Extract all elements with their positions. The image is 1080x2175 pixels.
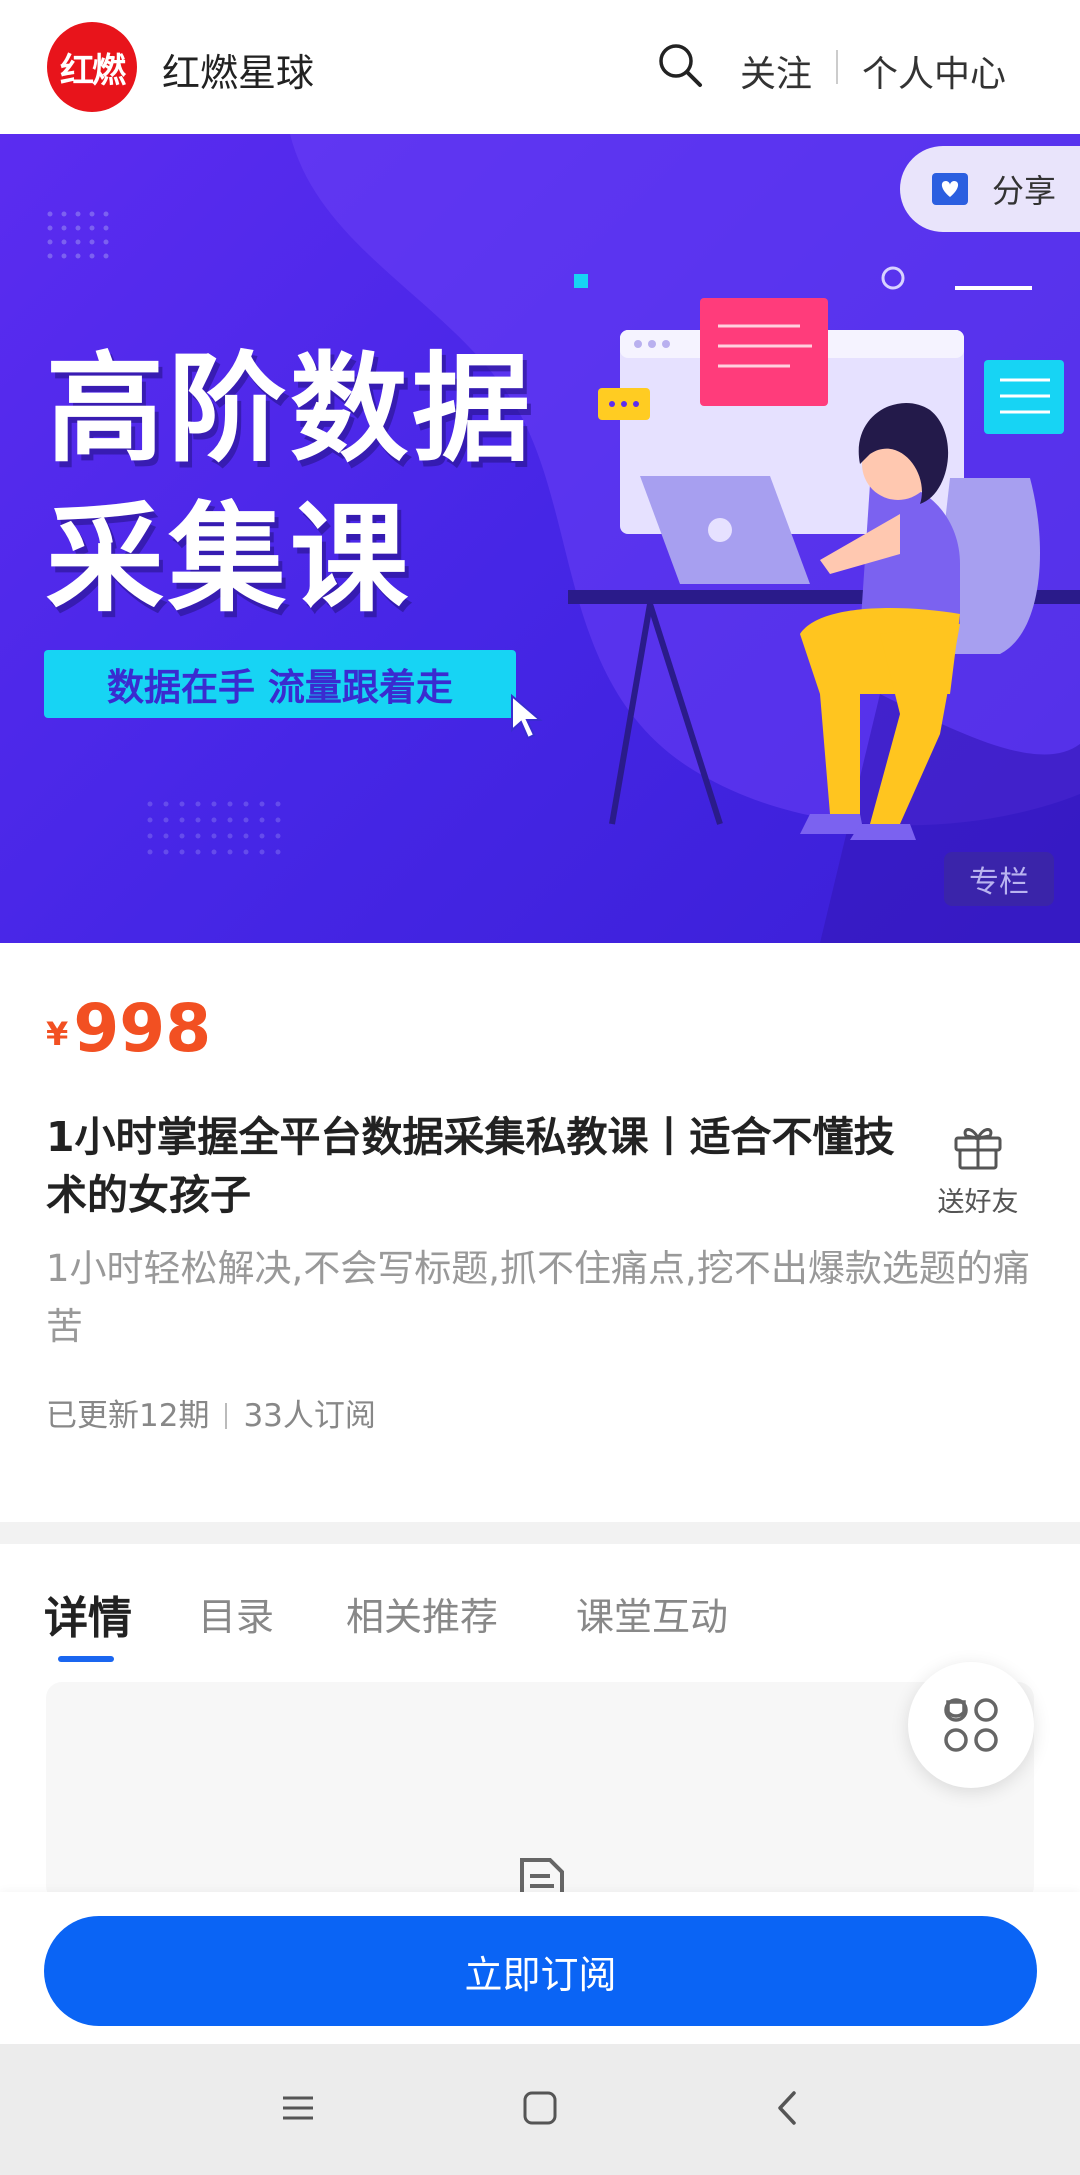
banner-title: 高阶数据 采集课 xyxy=(46,334,566,634)
personal-center-link[interactable]: 个人中心 xyxy=(862,45,1006,97)
system-nav-bar xyxy=(0,2044,1080,2175)
brand-name[interactable]: 红燃星球 xyxy=(162,42,314,97)
tab-catalog[interactable]: 目录 xyxy=(198,1586,274,1641)
search-icon[interactable] xyxy=(655,40,705,90)
course-title: 1小时掌握全平台数据采集私教课丨适合不懂技术的女孩子 xyxy=(46,1113,895,1219)
follow-link[interactable]: 关注 xyxy=(740,45,812,97)
tab-interaction[interactable]: 课堂互动 xyxy=(576,1586,728,1641)
section-divider xyxy=(0,1522,1080,1544)
course-banner: 高阶数据 采集课 数据在手 流量跟着走 分享 专栏 xyxy=(0,134,1080,943)
subscribe-button[interactable]: 立即订阅 xyxy=(44,1916,1037,2026)
tab-details[interactable]: 详情 xyxy=(44,1582,132,1646)
subscriber-count: 33人订阅 xyxy=(243,1398,376,1434)
page: 红燃 红燃星球 关注 个人中心 高阶数据 采集课 数据在手 流量跟着走 分享 专… xyxy=(0,0,1080,2175)
price-symbol: ¥ xyxy=(46,1015,69,1053)
share-button[interactable]: 分享 xyxy=(900,146,1080,232)
top-header: 红燃 红燃星球 关注 个人中心 xyxy=(0,0,1080,134)
cursor-icon xyxy=(511,694,543,740)
brand-logo[interactable]: 红燃 xyxy=(47,22,137,112)
share-heart-icon xyxy=(932,173,968,205)
header-divider xyxy=(836,50,838,84)
gift-label: 送好友 xyxy=(937,1187,1019,1218)
course-description: 1小时轻松解决,不会写标题,抓不住痛点,挖不出爆款选题的痛苦 xyxy=(46,1247,1030,1348)
banner-slogan: 数据在手 流量跟着走 xyxy=(44,650,516,718)
tab-recommendations[interactable]: 相关推荐 xyxy=(346,1586,498,1641)
banner-title-line2: 采集课 xyxy=(46,490,413,628)
tab-bar: 详情 目录 相关推荐 课堂互动 xyxy=(0,1544,1080,1664)
gift-icon xyxy=(954,1128,1002,1170)
updated-count: 已更新12期 xyxy=(46,1398,210,1434)
back-icon[interactable] xyxy=(770,2090,806,2126)
menu-icon[interactable] xyxy=(280,2090,316,2126)
column-badge: 专栏 xyxy=(944,852,1054,906)
price-amount: 998 xyxy=(73,990,212,1067)
price: ¥ 998 xyxy=(46,990,211,1067)
home-icon[interactable] xyxy=(522,2090,558,2126)
active-tab-indicator xyxy=(58,1656,114,1662)
meta-divider xyxy=(225,1403,228,1429)
bottom-action-bar: 立即订阅 xyxy=(0,1892,1080,2044)
details-content-card xyxy=(46,1682,1034,1902)
grid-menu-icon xyxy=(944,1698,998,1752)
share-label: 分享 xyxy=(992,172,1057,210)
course-meta: 已更新12期 33人订阅 xyxy=(46,1390,376,1435)
floating-menu-button[interactable] xyxy=(908,1662,1034,1788)
gift-to-friend-button[interactable]: 送好友 xyxy=(928,1118,1028,1219)
banner-title-line1: 高阶数据 xyxy=(46,340,535,478)
